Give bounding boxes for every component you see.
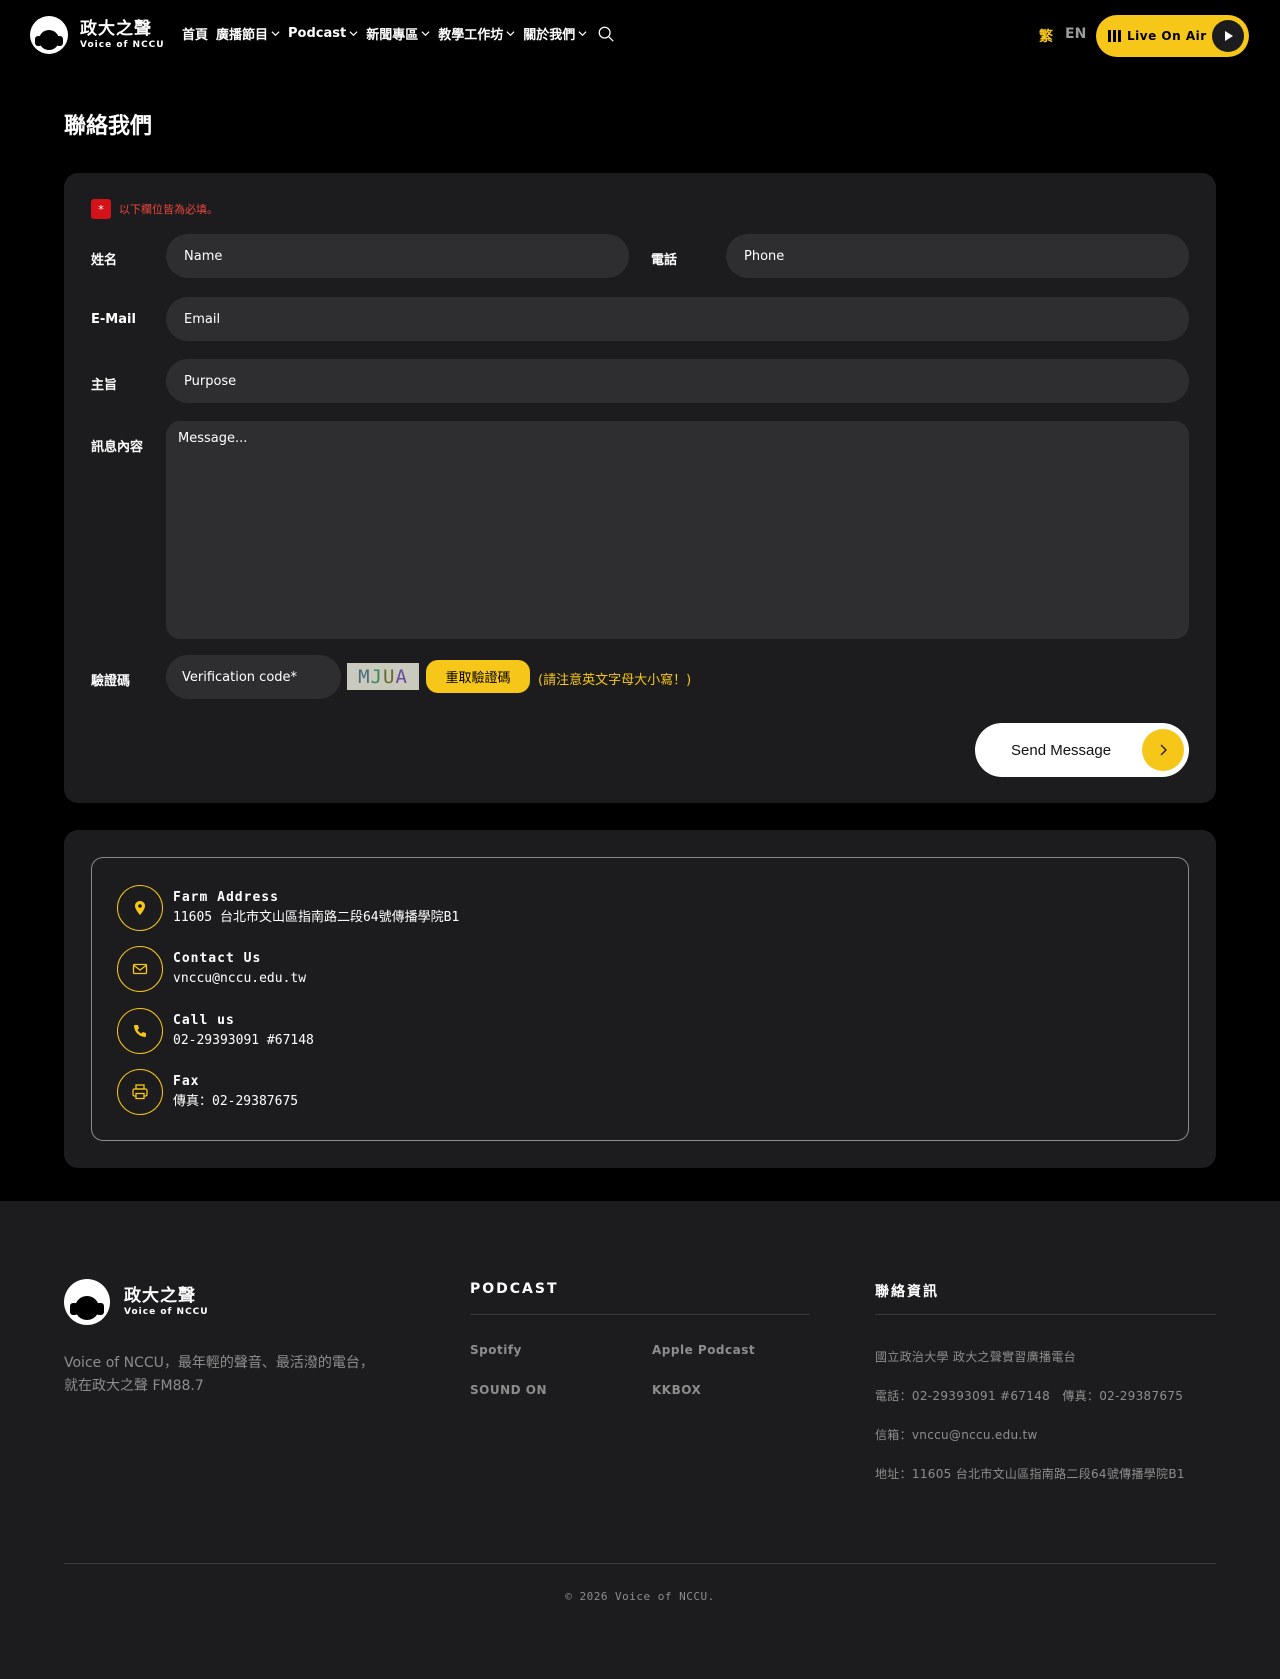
site-logo[interactable]: 政大之聲 Voice of NCCU [30, 16, 165, 54]
site-footer: 政大之聲 Voice of NCCU Voice of NCCU，最年輕的聲音、… [0, 1201, 1280, 1679]
nav-item-programs[interactable]: 廣播節目 [216, 24, 280, 43]
required-note-text: 以下欄位皆為必填。 [119, 203, 218, 216]
info-title: Call us [173, 1013, 235, 1028]
footer-contact-line: 國立政治大學 政大之聲實習廣播電台 [875, 1350, 1076, 1364]
info-item-phone: Call us 02-29393091 #67148 [117, 1008, 314, 1054]
footer-contact-line: 電話：02-29393091 #67148 傳真：02-29387675 [875, 1389, 1184, 1403]
captcha-char: U [383, 665, 396, 688]
chevron-down-icon [349, 31, 358, 37]
phone-input[interactable] [726, 234, 1189, 278]
captcha-image: M J U A [347, 663, 419, 690]
footer-link-apple-podcast[interactable]: Apple Podcast [652, 1343, 755, 1357]
logo-cn-text: 政大之聲 [80, 18, 152, 39]
info-title: Contact Us [173, 951, 262, 966]
search-icon[interactable] [597, 25, 615, 43]
nav-item-home[interactable]: 首頁 [182, 24, 208, 43]
nav-label: Podcast [288, 26, 347, 41]
captcha-char: A [395, 665, 408, 688]
nav-item-news[interactable]: 新聞專區 [366, 24, 430, 43]
live-label: Live On Air [1127, 29, 1207, 43]
info-title: Farm Address [173, 890, 279, 905]
info-item-address: Farm Address 11605 台北市文山區指南路二段64號傳播學院B1 [117, 885, 459, 931]
info-title: Fax [173, 1074, 200, 1089]
info-value: 11605 台北市文山區指南路二段64號傳播學院B1 [173, 910, 460, 925]
nav-label: 首頁 [182, 28, 209, 43]
footer-desc-line: 就在政大之聲 FM88.7 [64, 1378, 204, 1394]
email-input[interactable] [166, 297, 1189, 341]
message-label: 訊息內容 [91, 440, 144, 455]
printer-icon [117, 1069, 163, 1115]
chevron-down-icon [578, 31, 587, 37]
footer-bottom-divider [64, 1563, 1216, 1564]
footer-logo-cn: 政大之聲 [124, 1285, 196, 1306]
send-message-button[interactable]: Send Message [975, 723, 1189, 777]
logo-icon [64, 1279, 110, 1325]
captcha-label: 驗證碼 [91, 674, 131, 689]
lang-en-button[interactable]: EN [1065, 26, 1086, 42]
copyright: © 2026 Voice of NCCU. [565, 1590, 715, 1603]
nav-label: 關於我們 [523, 28, 576, 43]
phone-icon [117, 1008, 163, 1054]
info-item-fax: Fax 傳真：02-29387675 [117, 1069, 298, 1115]
lang-zh-button[interactable]: 繁 [1039, 26, 1053, 46]
info-value[interactable]: vnccu@nccu.edu.tw [173, 969, 306, 989]
footer-link-spotify[interactable]: Spotify [470, 1343, 522, 1357]
footer-link-sound-on[interactable]: SOUND ON [470, 1383, 547, 1397]
footer-desc-line: Voice of NCCU，最年輕的聲音、最活潑的電台， [64, 1355, 374, 1371]
nav-item-about[interactable]: 關於我們 [523, 24, 587, 43]
logo-icon [30, 16, 68, 54]
envelope-icon [117, 946, 163, 992]
footer-contact-line: 地址：11605 台北市文山區指南路二段64號傳播學院B1 [875, 1467, 1185, 1481]
footer-contact-heading: 聯絡資訊 [875, 1284, 939, 1300]
purpose-input[interactable] [166, 359, 1189, 403]
chevron-down-icon [506, 31, 515, 37]
send-label: Send Message [1011, 741, 1112, 759]
contact-info-card: Farm Address 11605 台北市文山區指南路二段64號傳播學院B1 … [64, 830, 1216, 1168]
captcha-char: J [370, 665, 383, 688]
captcha-char: M [358, 665, 371, 688]
footer-divider [875, 1314, 1216, 1315]
chevron-down-icon [271, 31, 280, 37]
footer-divider [470, 1314, 810, 1315]
play-icon [1212, 20, 1244, 52]
name-input[interactable] [166, 234, 629, 278]
footer-description: Voice of NCCU，最年輕的聲音、最活潑的電台， 就在政大之聲 FM88… [64, 1352, 404, 1398]
captcha-note: (請注意英文字母大小寫！) [538, 673, 692, 688]
refresh-captcha-button[interactable]: 重取驗證碼 [426, 660, 530, 693]
contact-form: * 以下欄位皆為必填。 姓名 電話 E-Mail 主旨 訊息內容 驗證碼 M J… [64, 173, 1216, 803]
location-pin-icon [117, 885, 163, 931]
chevron-down-icon [421, 31, 430, 37]
nav-item-podcast[interactable]: Podcast [288, 26, 358, 41]
chevron-right-icon [1142, 729, 1184, 771]
equalizer-icon [1108, 30, 1121, 42]
footer-contact-line[interactable]: 信箱：vnccu@nccu.edu.tw [875, 1426, 1038, 1443]
footer-link-kkbox[interactable]: KKBOX [652, 1383, 701, 1397]
message-textarea[interactable] [166, 421, 1189, 639]
name-label: 姓名 [91, 253, 118, 268]
nav-label: 廣播節目 [216, 28, 269, 43]
email-label: E-Mail [91, 312, 136, 327]
footer-logo[interactable]: 政大之聲 Voice of NCCU [64, 1279, 209, 1325]
live-on-air-button[interactable]: Live On Air [1096, 15, 1249, 57]
required-badge: * [91, 199, 111, 219]
purpose-label: 主旨 [91, 378, 118, 393]
footer-podcast-heading: PODCAST [470, 1281, 559, 1297]
info-value: 傳真：02-29387675 [173, 1094, 299, 1109]
logo-en-text: Voice of NCCU [80, 39, 165, 50]
footer-logo-en: Voice of NCCU [124, 1306, 209, 1317]
nav-label: 新聞專區 [366, 28, 419, 43]
main-nav: 首頁 廣播節目 Podcast 新聞專區 教學工作坊 關於我們 [182, 24, 615, 43]
nav-item-workshop[interactable]: 教學工作坊 [438, 24, 515, 43]
phone-label: 電話 [651, 253, 678, 268]
page-title: 聯絡我們 [64, 114, 153, 139]
captcha-input[interactable] [166, 655, 341, 699]
nav-label: 教學工作坊 [438, 28, 504, 43]
info-value[interactable]: 02-29393091 #67148 [173, 1031, 314, 1051]
site-header: 政大之聲 Voice of NCCU 首頁 廣播節目 Podcast 新聞專區 … [0, 0, 1280, 72]
contact-info-box: Farm Address 11605 台北市文山區指南路二段64號傳播學院B1 … [91, 857, 1189, 1141]
required-note: * 以下欄位皆為必填。 [91, 199, 218, 219]
info-item-email: Contact Us vnccu@nccu.edu.tw [117, 946, 306, 992]
